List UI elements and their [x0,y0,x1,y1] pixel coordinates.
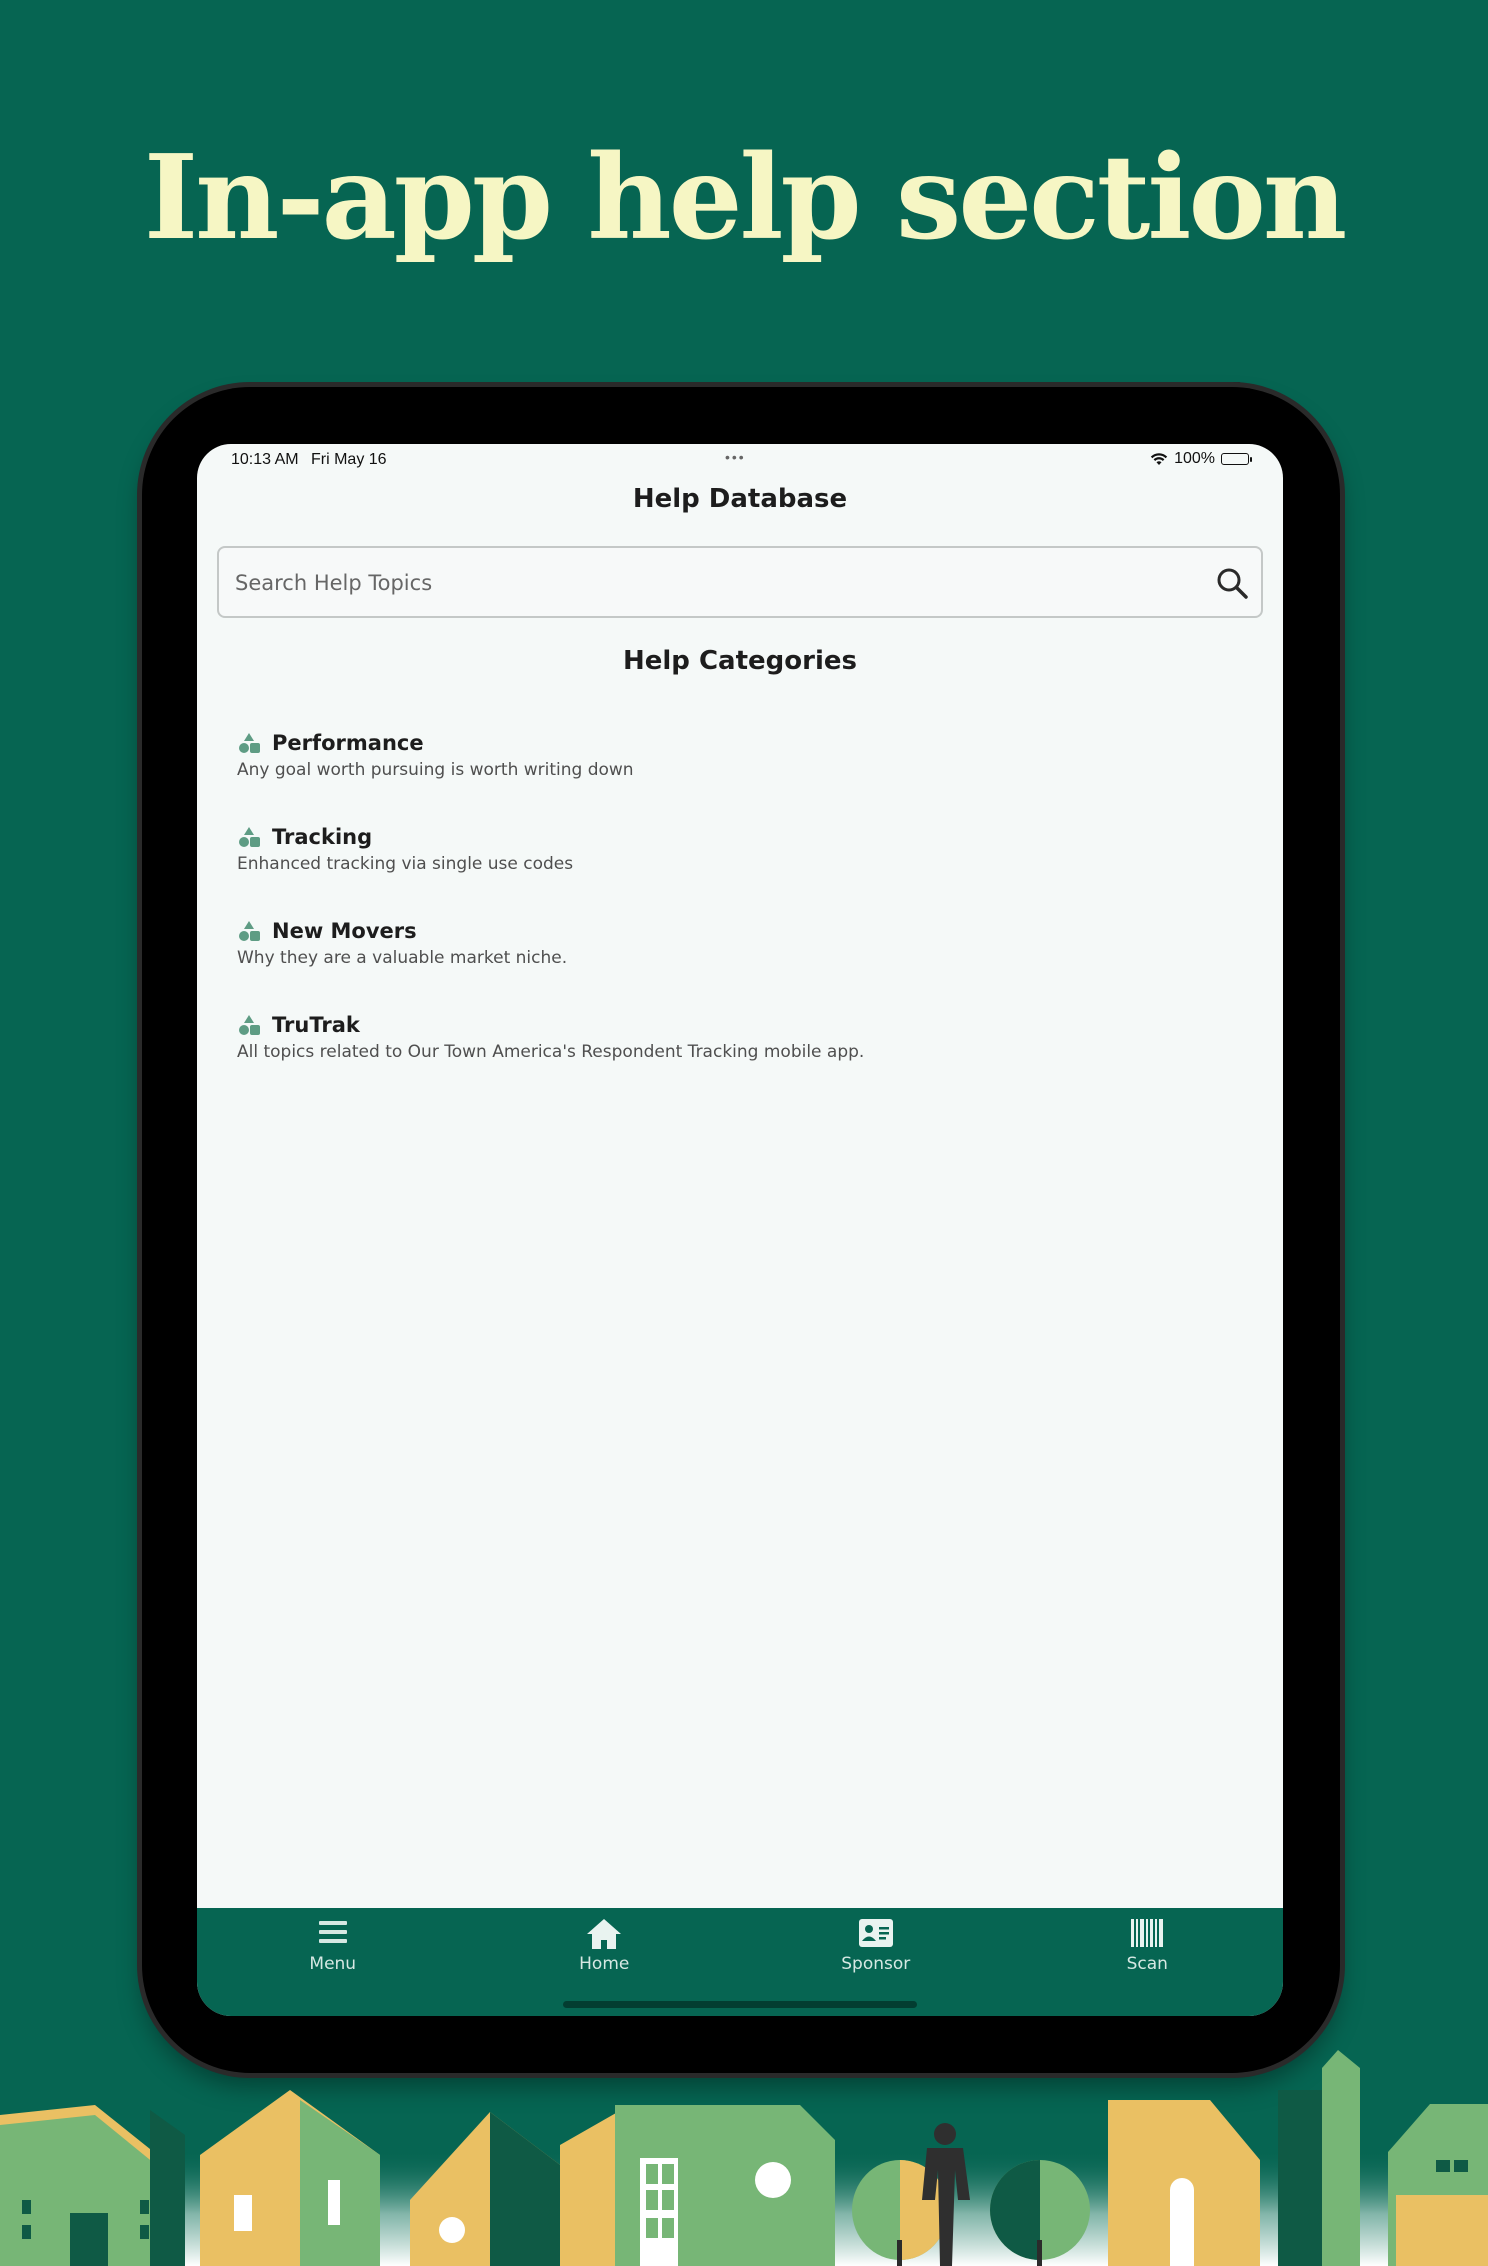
search-icon[interactable] [1215,566,1249,600]
wifi-icon [1150,453,1168,465]
tab-sponsor[interactable]: Sponsor [740,1908,1012,2016]
battery-icon [1221,453,1252,465]
tab-label: Scan [1126,1954,1168,1974]
status-right: 100% [1150,450,1252,468]
home-indicator [563,2001,917,2008]
menu-icon [318,1921,347,1943]
tab-bar: Menu Home Sponsor Scan [197,1908,1283,2016]
status-time: 10:13 AM [231,451,299,468]
category-description: Any goal worth pursuing is worth writing… [237,760,634,780]
shapes-icon [239,827,260,847]
multitask-dots-icon[interactable]: ••• [725,449,746,465]
category-item-trutrak[interactable]: TruTrak All topics related to Our Town A… [237,1010,1237,1104]
town-skyline-illustration [0,2050,1488,2266]
category-description: Enhanced tracking via single use codes [237,854,574,874]
search-box [217,546,1263,618]
shapes-icon [239,1015,260,1035]
tab-menu[interactable]: Menu [197,1908,469,2016]
category-name: New Movers [272,919,417,943]
tab-label: Menu [309,1954,357,1974]
category-description: Why they are a valuable market niche. [237,948,568,968]
battery-percent: 100% [1174,450,1215,467]
shapes-icon [239,733,260,753]
tab-home[interactable]: Home [469,1908,741,2016]
page-title: Help Database [632,484,848,514]
status-date: Fri May 16 [311,451,387,468]
shapes-icon [239,921,260,941]
category-name: TruTrak [272,1013,360,1037]
category-name: Performance [272,731,424,755]
category-list: Performance Any goal worth pursuing is w… [237,728,1237,1104]
id-card-icon [858,1919,893,1947]
promo-headline: In-app help section [143,130,1347,266]
category-item-performance[interactable]: Performance Any goal worth pursuing is w… [237,728,1237,822]
category-item-new-movers[interactable]: New Movers Why they are a valuable marke… [237,916,1237,1010]
categories-heading: Help Categories [623,646,857,676]
app-screen: 10:13 AM Fri May 16 ••• 100% Help Databa… [197,444,1283,2016]
status-bar: 10:13 AM Fri May 16 ••• 100% [197,444,1283,478]
home-icon [587,1919,622,1949]
category-name: Tracking [272,825,373,849]
tab-label: Home [579,1954,630,1974]
barcode-icon [1131,1919,1164,1947]
search-input[interactable] [233,548,1197,618]
tab-label: Sponsor [841,1954,911,1974]
tab-scan[interactable]: Scan [1012,1908,1284,2016]
category-item-tracking[interactable]: Tracking Enhanced tracking via single us… [237,822,1237,916]
category-description: All topics related to Our Town America's… [237,1042,865,1062]
